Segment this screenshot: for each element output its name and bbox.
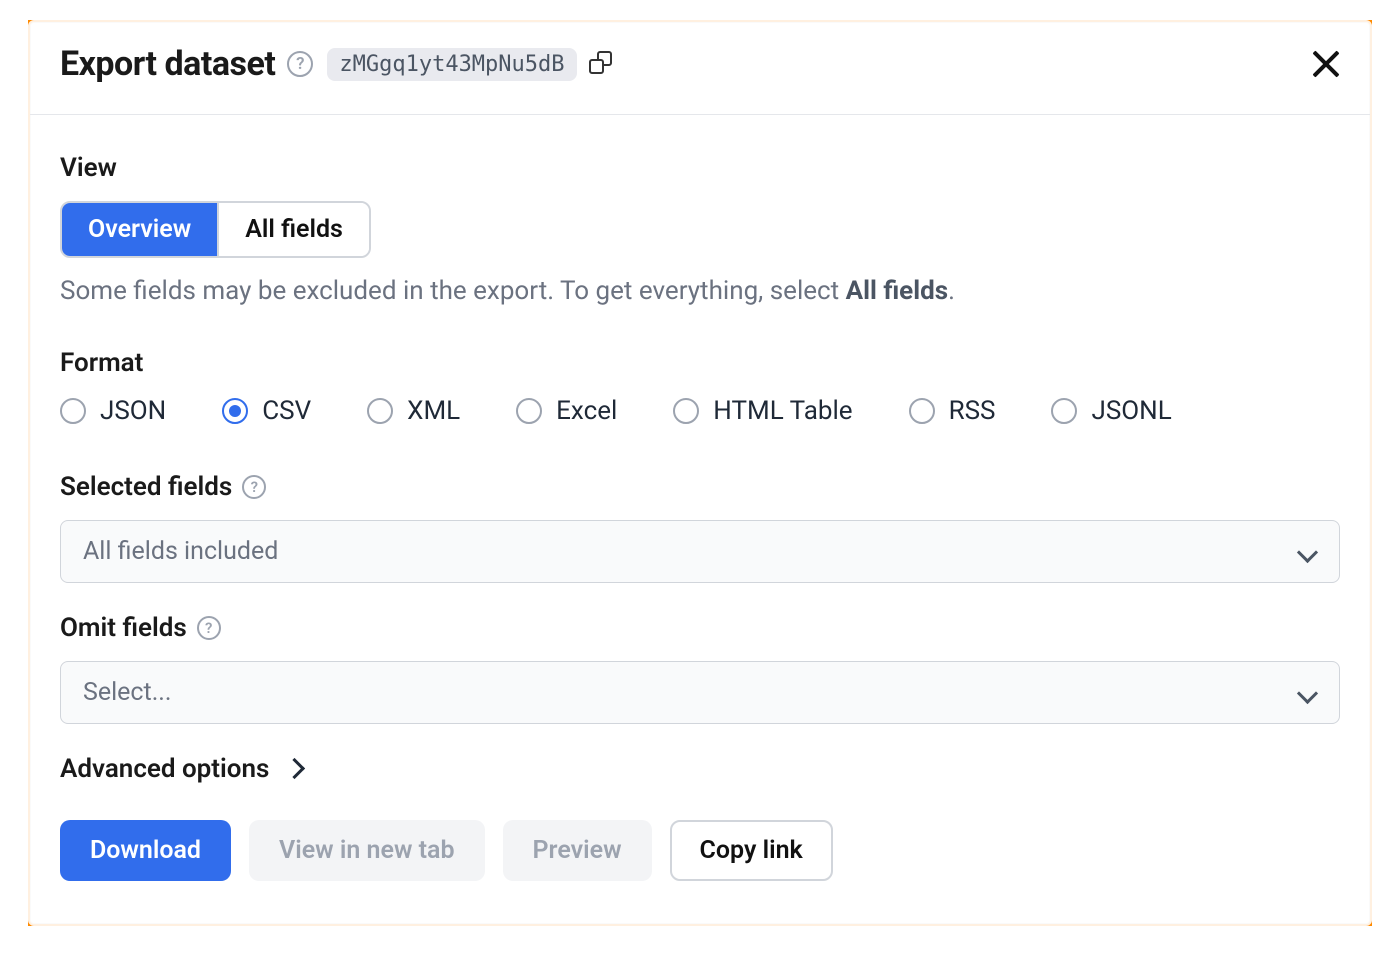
omit-fields-label: Omit fields ?	[60, 613, 1340, 643]
radio-dot-icon	[909, 398, 935, 424]
radio-dot-icon	[516, 398, 542, 424]
download-button[interactable]: Download	[60, 820, 231, 881]
export-dataset-modal: Export dataset ? zMGgq1yt43MpNu5dB View …	[28, 20, 1372, 926]
radio-dot-icon	[222, 398, 248, 424]
view-hint-bold: All fields	[846, 276, 948, 306]
modal-title: Export dataset	[60, 44, 275, 84]
view-label: View	[60, 153, 1340, 183]
chevron-down-icon	[1297, 683, 1317, 703]
help-icon[interactable]: ?	[242, 475, 266, 499]
advanced-options-toggle[interactable]: Advanced options	[60, 754, 1340, 784]
format-excel-radio[interactable]: Excel	[516, 396, 617, 426]
chevron-right-icon	[285, 759, 305, 779]
close-icon[interactable]	[1306, 44, 1346, 84]
format-excel-label: Excel	[556, 396, 617, 426]
help-icon[interactable]: ?	[287, 51, 313, 77]
format-csv-radio[interactable]: CSV	[222, 396, 311, 426]
footer-actions: Download View in new tab Preview Copy li…	[60, 820, 1340, 881]
radio-dot-icon	[367, 398, 393, 424]
format-csv-label: CSV	[262, 396, 311, 426]
format-html-table-label: HTML Table	[713, 396, 852, 426]
format-xml-radio[interactable]: XML	[367, 396, 460, 426]
omit-fields-dropdown[interactable]: Select...	[60, 661, 1340, 724]
view-all-fields-button[interactable]: All fields	[217, 203, 369, 256]
format-jsonl-label: JSONL	[1091, 396, 1171, 426]
help-icon[interactable]: ?	[197, 616, 221, 640]
dataset-id-badge: zMGgq1yt43MpNu5dB	[327, 48, 576, 81]
view-new-tab-button[interactable]: View in new tab	[249, 820, 485, 881]
format-html-table-radio[interactable]: HTML Table	[673, 396, 852, 426]
format-json-radio[interactable]: JSON	[60, 396, 166, 426]
preview-button[interactable]: Preview	[503, 820, 652, 881]
selected-fields-label-text: Selected fields	[60, 472, 232, 502]
view-hint-prefix: Some fields may be excluded in the expor…	[60, 276, 846, 306]
radio-dot-icon	[60, 398, 86, 424]
chevron-down-icon	[1297, 542, 1317, 562]
copy-link-button[interactable]: Copy link	[670, 820, 833, 881]
view-toggle: Overview All fields	[60, 201, 371, 258]
format-radio-group: JSON CSV XML Excel HTML Table RSS	[60, 396, 1340, 426]
format-xml-label: XML	[407, 396, 460, 426]
omit-fields-placeholder: Select...	[83, 678, 171, 707]
format-label: Format	[60, 348, 1340, 378]
omit-fields-label-text: Omit fields	[60, 613, 187, 643]
view-overview-button[interactable]: Overview	[62, 203, 217, 256]
radio-dot-icon	[1051, 398, 1077, 424]
format-json-label: JSON	[100, 396, 166, 426]
format-jsonl-radio[interactable]: JSONL	[1051, 396, 1171, 426]
view-hint: Some fields may be excluded in the expor…	[60, 276, 1340, 306]
selected-fields-label: Selected fields ?	[60, 472, 1340, 502]
modal-header: Export dataset ? zMGgq1yt43MpNu5dB	[30, 22, 1370, 115]
format-rss-radio[interactable]: RSS	[909, 396, 996, 426]
advanced-options-label: Advanced options	[60, 754, 269, 784]
copy-icon[interactable]	[589, 51, 615, 77]
selected-fields-dropdown[interactable]: All fields included	[60, 520, 1340, 583]
view-hint-suffix: .	[948, 276, 955, 306]
selected-fields-placeholder: All fields included	[83, 537, 278, 566]
radio-dot-icon	[673, 398, 699, 424]
modal-body: View Overview All fields Some fields may…	[30, 115, 1370, 881]
format-rss-label: RSS	[949, 396, 996, 426]
